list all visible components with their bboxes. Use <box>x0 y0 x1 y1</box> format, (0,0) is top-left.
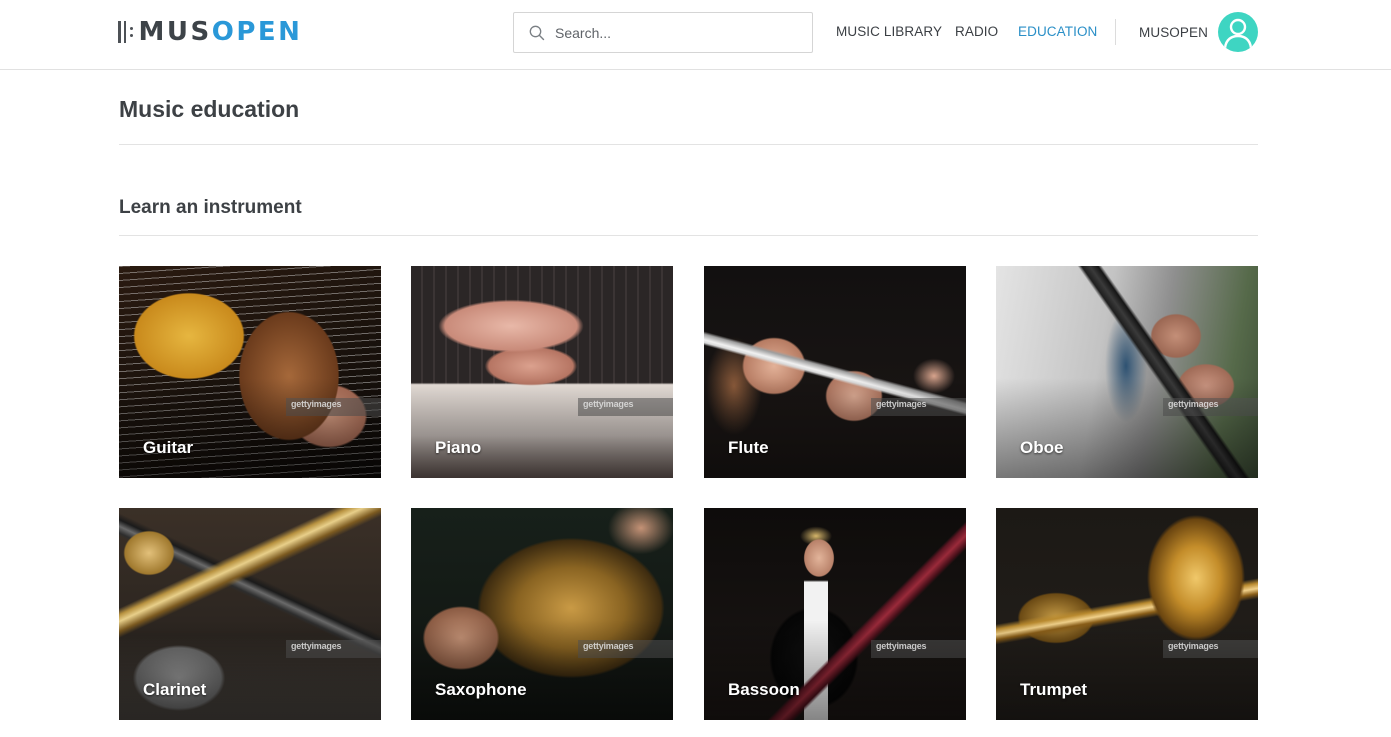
instrument-card-flute[interactable]: gettyimages Flute <box>704 266 966 478</box>
logo-wordmark: MUSOPEN <box>138 17 303 47</box>
instrument-label: Trumpet <box>1020 680 1088 699</box>
title-divider <box>119 144 1258 145</box>
section-title: Learn an instrument <box>119 197 302 218</box>
instrument-label: Flute <box>728 438 769 457</box>
instrument-card-bassoon[interactable]: gettyimages Bassoon <box>704 508 966 720</box>
instrument-label: Saxophone <box>435 680 527 699</box>
instrument-card-piano[interactable]: gettyimages Piano <box>411 266 673 478</box>
search-icon <box>529 25 545 40</box>
instrument-card-guitar[interactable]: gettyimages Guitar <box>119 266 381 478</box>
instrument-label: Bassoon <box>728 680 800 699</box>
instrument-card-trumpet[interactable]: gettyimages Trumpet <box>996 508 1258 720</box>
instrument-card-clarinet[interactable]: gettyimages Clarinet <box>119 508 381 720</box>
musopen-logo-icon <box>118 21 133 43</box>
instrument-label: Guitar <box>143 438 194 457</box>
instrument-label: Oboe <box>1020 438 1064 457</box>
musopen-logo[interactable]: MUSOPEN <box>118 17 302 47</box>
site-header: MUSOPEN MUSIC LIBRARY RADIO EDUCATION MU… <box>0 0 1391 70</box>
user-menu-label[interactable]: MUSOPEN <box>1139 25 1208 40</box>
instrument-card-saxophone[interactable]: gettyimages Saxophone <box>411 508 673 720</box>
nav-divider <box>1115 19 1116 45</box>
section-divider <box>119 235 1258 236</box>
page-title: Music education <box>119 96 300 122</box>
search-input[interactable] <box>555 24 795 41</box>
nav-music-library[interactable]: MUSIC LIBRARY <box>836 24 942 39</box>
nav-radio[interactable]: RADIO <box>955 24 998 39</box>
instrument-card-oboe[interactable]: gettyimages Oboe <box>996 266 1258 478</box>
user-avatar-icon[interactable] <box>1218 12 1258 52</box>
instrument-label: Piano <box>435 438 482 457</box>
nav-education[interactable]: EDUCATION <box>1018 24 1097 39</box>
search-box[interactable] <box>513 12 813 53</box>
instrument-label: Clarinet <box>143 680 207 699</box>
